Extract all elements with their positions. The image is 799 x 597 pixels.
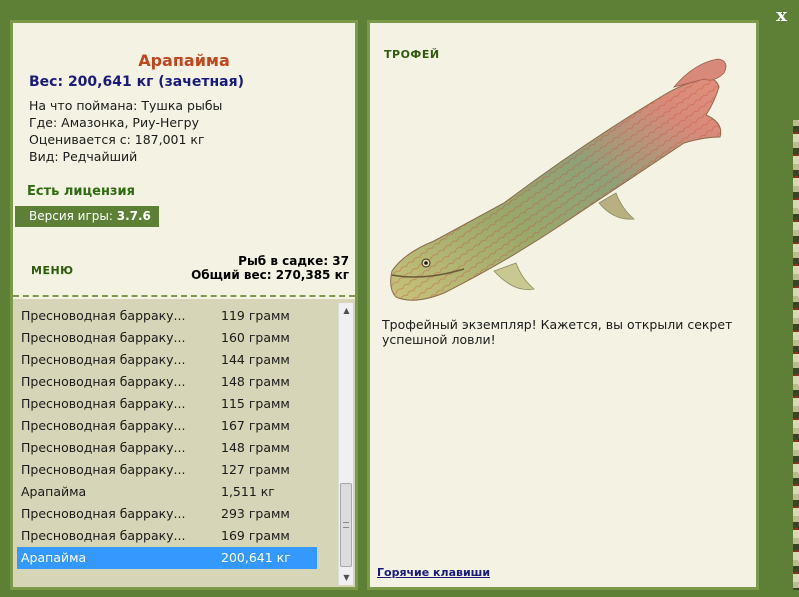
catch-list-item[interactable]: Пресноводная барраку... 144 грамм (17, 349, 317, 371)
catch-fish-weight: 200,641 кг (221, 550, 291, 565)
location-info: Где: Амазонка, Риу-Негру (29, 115, 199, 130)
fish-info-box: Арапайма Вес: 200,641 кг (зачетная) На ч… (13, 23, 355, 295)
catch-fish-name: Пресноводная барраку... (21, 308, 186, 323)
keepnet-stats: Рыб в садке: 37 Общий вес: 270,385 кг (191, 254, 349, 282)
arapaima-fish-image (390, 58, 727, 301)
scroll-down-arrow-icon[interactable]: ▼ (339, 570, 354, 585)
catch-fish-name: Пресноводная барраку... (21, 506, 186, 521)
scrollbar-thumb[interactable] (340, 483, 352, 567)
catch-fish-weight: 293 грамм (221, 506, 290, 521)
catch-fish-weight: 144 грамм (221, 352, 290, 367)
catch-list-item[interactable]: Пресноводная барраку... 127 грамм (17, 459, 317, 481)
catch-fish-name: Пресноводная барраку... (21, 440, 186, 455)
total-weight: Общий вес: 270,385 кг (191, 268, 349, 282)
fish-name: Арапайма (138, 51, 230, 70)
trophy-message: Трофейный экземпляр! Кажется, вы открыли… (382, 317, 733, 347)
catch-list-item[interactable]: Пресноводная барраку... 169 грамм (17, 525, 317, 547)
scroll-up-arrow-icon[interactable]: ▲ (339, 303, 354, 318)
version-label: Версия игры: (29, 209, 117, 223)
hotkeys-link[interactable]: Горячие клавиши (377, 566, 490, 579)
catch-fish-name: Пресноводная барраку... (21, 352, 186, 367)
catch-fish-weight: 148 грамм (221, 440, 290, 455)
catch-list-item[interactable]: Пресноводная барраку... 148 грамм (17, 437, 317, 459)
catch-fish-name: Пресноводная барраку... (21, 528, 186, 543)
catch-list-item[interactable]: Арапайма 200,641 кг (17, 547, 317, 569)
catch-list-item[interactable]: Пресноводная барраку... 119 грамм (17, 305, 317, 327)
license-status: Есть лицензия (27, 184, 135, 199)
catch-list-item[interactable]: Пресноводная барраку... 148 грамм (17, 371, 317, 393)
catch-list-item[interactable]: Пресноводная барраку... 160 грамм (17, 327, 317, 349)
catch-list-item[interactable]: Пресноводная барраку... 167 грамм (17, 415, 317, 437)
catch-fish-name: Пресноводная барраку... (21, 374, 186, 389)
catch-fish-name: Пресноводная барраку... (21, 330, 186, 345)
version-value: 3.7.6 (116, 209, 151, 223)
trophy-panel: ТРОФЕЙ Трофейный экземпляр! Кажется, вы … (367, 20, 759, 590)
catch-list-scrollbar[interactable]: ▲ ▼ (338, 303, 353, 585)
catch-fish-name: Пресноводная барраку... (21, 418, 186, 433)
menu-button[interactable]: МЕНЮ (31, 264, 74, 277)
catch-fish-weight: 169 грамм (221, 528, 290, 543)
catch-fish-name: Пресноводная барраку... (21, 462, 186, 477)
catch-fish-weight: 1,511 кг (221, 484, 275, 499)
catch-list-item[interactable]: Арапайма 1,511 кг (17, 481, 317, 503)
background-window-strip (793, 120, 799, 590)
grip-icon (343, 522, 349, 528)
catch-fish-weight: 148 грамм (221, 374, 290, 389)
dashed-divider (13, 295, 355, 297)
fish-count: Рыб в садке: 37 (238, 254, 349, 268)
catch-list-item[interactable]: Пресноводная барраку... 293 грамм (17, 503, 317, 525)
fish-weight: Вес: 200,641 кг (зачетная) (29, 74, 244, 90)
catch-fish-name: Пресноводная барраку... (21, 396, 186, 411)
catch-list-item[interactable]: Пресноводная барраку... 115 грамм (17, 393, 317, 415)
catch-fish-weight: 127 грамм (221, 462, 290, 477)
rarity-info: Вид: Редчайший (29, 149, 138, 164)
catch-fish-name: Арапайма (21, 484, 87, 499)
game-version-bar: Версия игры: 3.7.6 (15, 206, 159, 227)
catch-fish-weight: 160 грамм (221, 330, 290, 345)
catch-fish-weight: 167 грамм (221, 418, 290, 433)
valued-from-info: Оценивается с: 187,001 кг (29, 132, 205, 147)
catch-list[interactable]: Пресноводная барраку... 119 грамм Пресново… (13, 299, 355, 587)
catch-fish-weight: 119 грамм (221, 308, 290, 323)
catch-fish-weight: 115 грамм (221, 396, 290, 411)
bait-info: На что поймана: Тушка рыбы (29, 98, 223, 113)
catch-info-panel: Арапайма Вес: 200,641 кг (зачетная) На ч… (10, 20, 358, 590)
catch-fish-name: Арапайма (21, 550, 87, 565)
close-button[interactable]: x (776, 6, 787, 26)
